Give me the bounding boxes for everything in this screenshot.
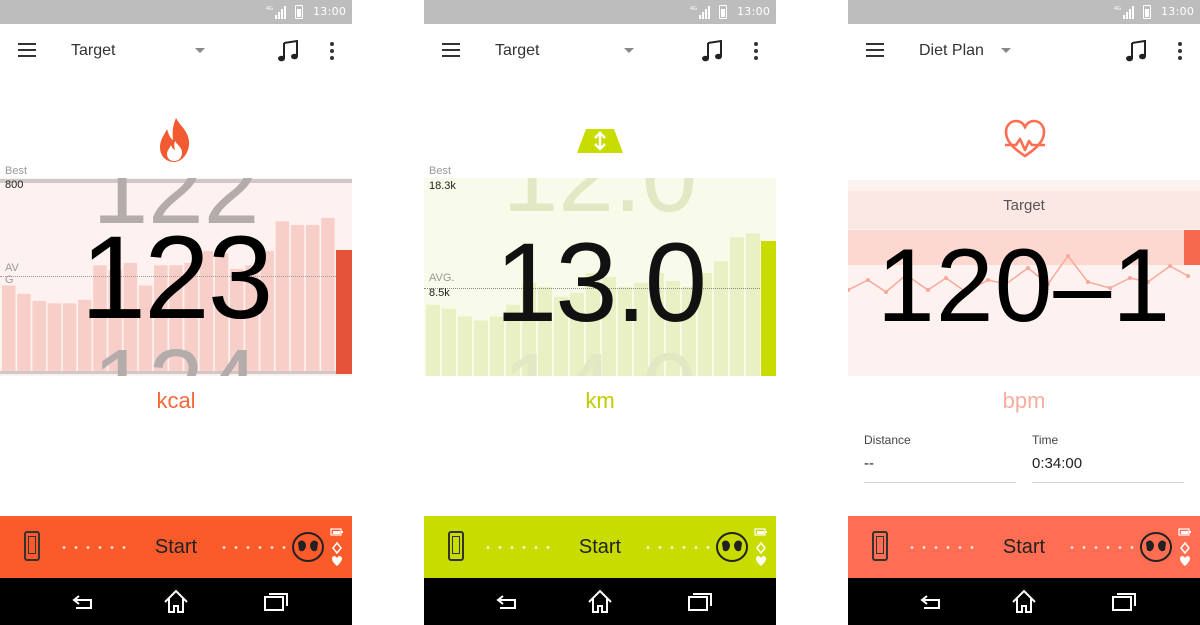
start-button[interactable]: Start — [424, 516, 776, 578]
battery-icon — [1143, 5, 1151, 19]
current-bar — [336, 250, 352, 374]
heart-rate-value: 120–1 — [876, 228, 1172, 344]
status-bar: 4G 13:00 — [424, 0, 776, 24]
recents-icon[interactable] — [686, 588, 714, 616]
recents-icon[interactable] — [262, 588, 290, 616]
mode-dropdown[interactable]: Target — [71, 24, 211, 78]
menu-icon[interactable] — [442, 43, 460, 57]
status-time: 13:00 — [737, 5, 771, 18]
home-icon[interactable] — [586, 588, 614, 616]
unit-label: kcal — [156, 388, 196, 413]
best-value: 800 — [5, 179, 24, 191]
recents-icon[interactable] — [1110, 588, 1138, 616]
wristband-icon — [716, 532, 748, 562]
best-label: Best — [429, 165, 452, 177]
svg-text:4G: 4G — [690, 6, 697, 12]
svg-text:4G: 4G — [266, 6, 273, 12]
distance-icon — [577, 129, 623, 153]
phone-screen-calories: 4G 13:00 Target 122 124 123 — [0, 0, 352, 625]
back-icon[interactable] — [493, 588, 521, 616]
wristband-icon — [292, 532, 324, 562]
calorie-value: 123 — [80, 212, 274, 344]
heart-rate-icon — [1004, 119, 1046, 158]
time-value: 0:34:00 — [1032, 455, 1083, 472]
signal-icon: 4G — [690, 6, 710, 19]
phone-screen-distance: 4G 13:00 Target 12.0 14.0 13.0 Best — [424, 0, 776, 625]
app-bar: Target — [0, 24, 352, 78]
start-button[interactable]: Start — [0, 516, 352, 578]
music-icon[interactable] — [701, 39, 723, 63]
device-status-icons — [330, 528, 343, 566]
mode-dropdown[interactable]: Target — [495, 24, 635, 78]
home-icon[interactable] — [1010, 588, 1038, 616]
signal-icon: 4G — [1114, 6, 1134, 19]
navigation-bar — [424, 578, 776, 625]
unit-label: bpm — [1002, 388, 1046, 413]
mode-label: Target — [495, 42, 540, 59]
app-bar: Diet Plan — [848, 24, 1200, 78]
device-status-icons — [754, 528, 767, 566]
wristband-icon — [1140, 532, 1172, 562]
app-bar: Target — [424, 24, 776, 78]
calorie-chart: 122 124 123 — [0, 178, 352, 376]
more-options-icon[interactable] — [746, 40, 766, 62]
chevron-down-icon — [624, 48, 634, 53]
music-icon[interactable] — [1125, 39, 1147, 63]
status-time: 13:00 — [1161, 5, 1195, 18]
distance-value: 13.0 — [495, 220, 707, 345]
signal-icon: 4G — [266, 6, 286, 19]
connection-dots — [642, 546, 714, 549]
start-button[interactable]: Start — [848, 516, 1200, 578]
menu-icon[interactable] — [866, 43, 884, 57]
avg-label: AV G — [5, 262, 19, 286]
connection-dots — [218, 546, 290, 549]
navigation-bar — [0, 578, 352, 625]
distance-chart: 12.0 14.0 13.0 — [424, 178, 776, 376]
chevron-down-icon — [1001, 48, 1011, 53]
divider — [1032, 482, 1184, 483]
target-label: Target — [1003, 197, 1045, 214]
more-options-icon[interactable] — [322, 40, 342, 62]
home-icon[interactable] — [162, 588, 190, 616]
svg-text:4G: 4G — [1114, 6, 1121, 12]
best-value: 18.3k — [429, 180, 456, 192]
battery-icon — [719, 5, 727, 19]
time-label: Time — [1032, 433, 1059, 447]
menu-icon[interactable] — [18, 43, 36, 57]
connection-dots — [1066, 546, 1138, 549]
best-label: Best — [5, 165, 28, 177]
mode-label: Diet Plan — [919, 42, 984, 59]
avg-label: AVG. — [429, 272, 455, 284]
current-bar — [761, 241, 776, 376]
distance-label: Distance — [864, 433, 911, 447]
music-icon[interactable] — [277, 39, 299, 63]
status-bar: 4G 13:00 — [0, 0, 352, 24]
battery-icon — [295, 5, 303, 19]
avg-value: 8.5k — [429, 287, 450, 299]
status-bar: 4G 13:00 — [848, 0, 1200, 24]
mode-label: Target — [71, 42, 116, 59]
fire-icon — [160, 118, 190, 162]
phone-screen-heart-rate: 4G 13:00 Diet Plan Target 120–1 bpm Dist… — [848, 0, 1200, 625]
more-options-icon[interactable] — [1170, 40, 1190, 62]
status-time: 13:00 — [313, 5, 347, 18]
device-status-icons — [1178, 528, 1191, 566]
divider — [864, 482, 1016, 483]
back-icon[interactable] — [69, 588, 97, 616]
chevron-down-icon — [195, 48, 205, 53]
unit-label: km — [585, 388, 615, 413]
navigation-bar — [848, 578, 1200, 625]
distance-value: -- — [864, 455, 874, 472]
mode-dropdown[interactable]: Diet Plan — [919, 24, 1059, 78]
back-icon[interactable] — [917, 588, 945, 616]
